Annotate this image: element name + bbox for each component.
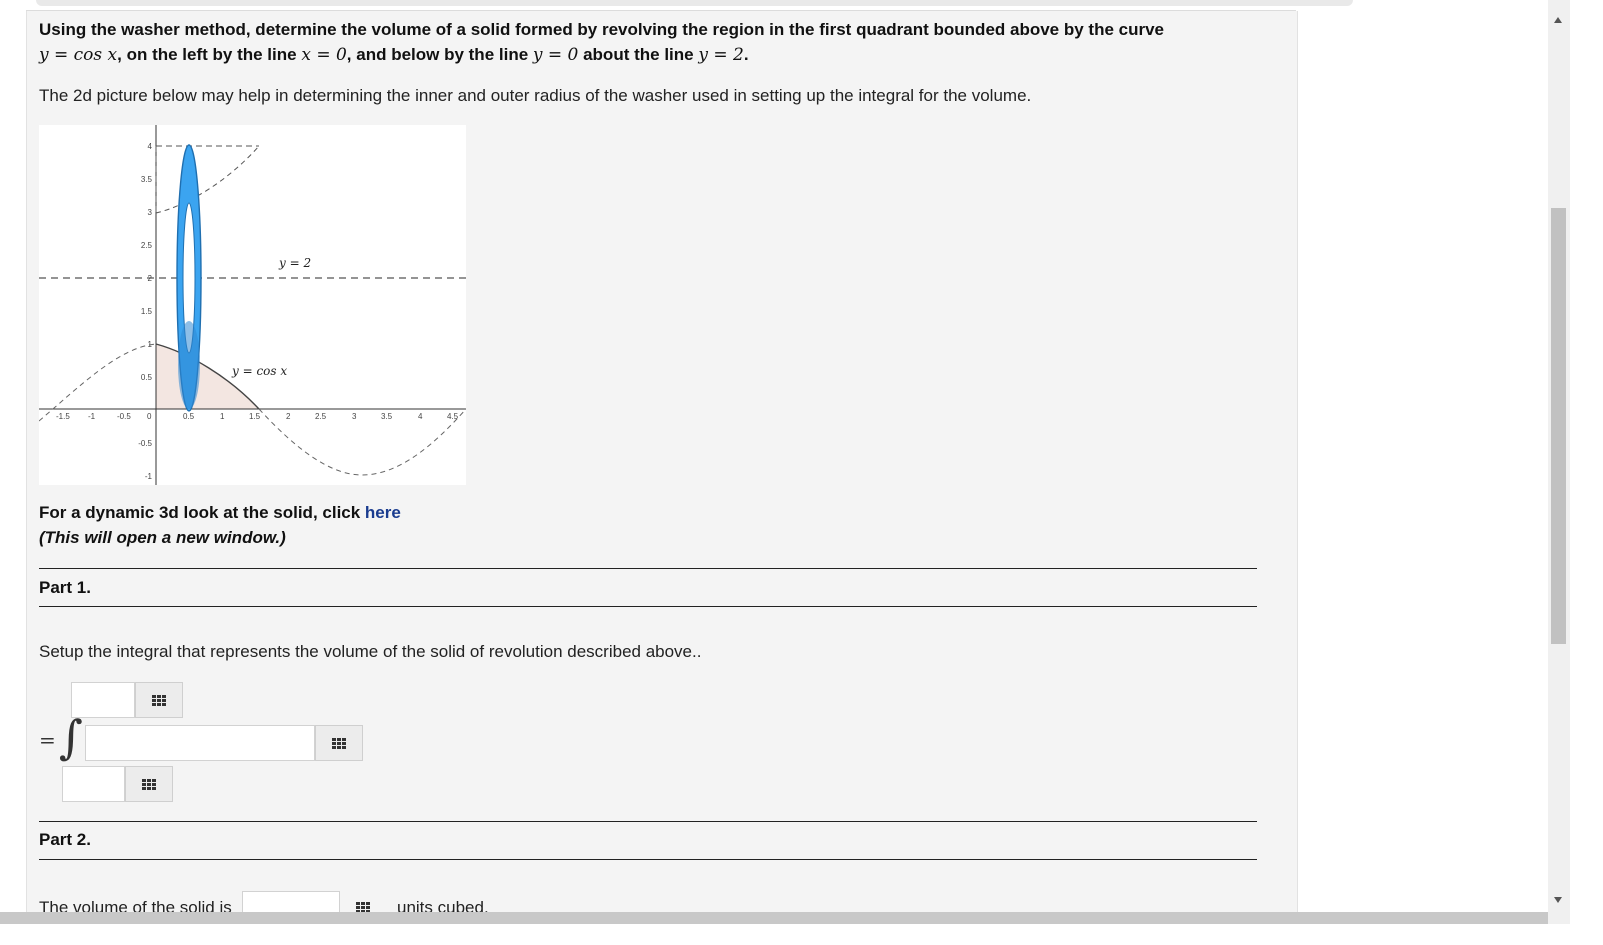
lower-limit-keyboard-button[interactable]: [125, 766, 173, 802]
keyboard-grid-icon: [356, 901, 370, 913]
question-line-2: y = cos x, on the left by the line x = 0…: [39, 42, 749, 68]
y-tick-3: 3: [148, 208, 153, 217]
math-x0: x = 0: [301, 45, 347, 65]
x-tick-2: 2: [286, 412, 291, 421]
new-window-note: (This will open a new window.): [39, 528, 286, 547]
x-tick-1: 1: [220, 412, 225, 421]
right-margin: [1570, 0, 1603, 945]
x-tick-neg0-5: -0.5: [117, 412, 131, 421]
part1-top-rule: [39, 568, 1257, 569]
y-tick-1: 1: [148, 340, 153, 349]
reflected-curve: [155, 145, 260, 214]
part1-prompt: Setup the integral that represents the v…: [39, 642, 702, 661]
x-tick-2-5: 2.5: [315, 412, 327, 421]
dynamic-line: For a dynamic 3d look at the solid, clic…: [39, 500, 401, 525]
here-link[interactable]: here: [365, 503, 401, 522]
lower-limit-input[interactable]: [62, 766, 125, 802]
question-text-c: about the line: [578, 45, 699, 64]
vertical-scrollbar[interactable]: [1548, 0, 1570, 924]
upper-limit-input[interactable]: [71, 682, 135, 718]
question-line-1: Using the washer method, determine the v…: [39, 20, 1165, 39]
y-tick-neg0-5: -0.5: [138, 439, 152, 448]
y-tick-2: 2: [148, 274, 153, 283]
bottom-margin: [0, 924, 1603, 945]
dynamic-text: For a dynamic 3d look at the solid, clic…: [39, 503, 365, 522]
integrand-input[interactable]: [85, 725, 315, 761]
scrollbar-thumb[interactable]: [1551, 208, 1566, 644]
y-tick-4: 4: [148, 142, 153, 151]
x-tick-3: 3: [352, 412, 357, 421]
keyboard-grid-icon: [332, 737, 346, 749]
y-tick-labels: 4 3.5 3 2.5 2 1.5 1 0.5 -0.5 -1: [138, 142, 152, 481]
scroll-down-arrow-icon[interactable]: [1554, 897, 1562, 903]
question-text-a: , on the left by the line: [117, 45, 302, 64]
math-cos: y = cos x: [39, 45, 118, 65]
x-tick-4-5: 4.5: [447, 412, 459, 421]
question-panel: Using the washer method, determine the v…: [26, 11, 1298, 935]
part2-bottom-rule: [39, 859, 1257, 860]
x-tick-1-5: 1.5: [249, 412, 261, 421]
keyboard-grid-icon: [152, 694, 166, 706]
part2-top-rule: [39, 821, 1257, 822]
y-tick-3-5: 3.5: [141, 175, 153, 184]
y-tick-1-5: 1.5: [141, 307, 153, 316]
integrand-keyboard-button[interactable]: [315, 725, 363, 761]
washer-figure: -1.5 -1 -0.5 0 0.5 1 1.5 2 2.5 3 3.5 4 4…: [39, 125, 466, 485]
hint-text: The 2d picture below may help in determi…: [39, 86, 1032, 105]
y-tick-2-5: 2.5: [141, 241, 153, 250]
x-tick-0-5: 0.5: [183, 412, 195, 421]
x-tick-neg1: -1: [88, 412, 96, 421]
upper-limit-keyboard-button[interactable]: [135, 682, 183, 718]
scroll-up-arrow-icon[interactable]: [1554, 17, 1562, 23]
x-tick-4: 4: [418, 412, 423, 421]
x-tick-labels: -1.5 -1 -0.5 0 0.5 1 1.5 2 2.5 3 3.5 4 4…: [56, 412, 459, 421]
part1-title: Part 1.: [39, 578, 91, 597]
part2-title: Part 2.: [39, 830, 91, 849]
x-tick-neg1-5: -1.5: [56, 412, 70, 421]
y-tick-neg1: -1: [145, 472, 153, 481]
equals-sign: =: [39, 728, 56, 752]
part1-bottom-rule: [39, 606, 1257, 607]
y-tick-0-5: 0.5: [141, 373, 153, 382]
question-text-d: .: [743, 45, 749, 64]
x-tick-0: 0: [147, 412, 152, 421]
top-tab-edge: [36, 0, 1353, 6]
keyboard-grid-icon: [142, 778, 156, 790]
question-text-b: , and below by the line: [346, 45, 533, 64]
label-y-equals-2: y = 2: [278, 256, 311, 270]
horizontal-scrollbar[interactable]: [0, 912, 1548, 924]
washer-figure-svg: -1.5 -1 -0.5 0 0.5 1 1.5 2 2.5 3 3.5 4 4…: [39, 125, 466, 485]
label-y-equals-cos: y = cos x: [231, 364, 287, 378]
math-y2: y = 2: [698, 45, 744, 65]
math-y0: y = 0: [532, 45, 579, 65]
x-tick-3-5: 3.5: [381, 412, 393, 421]
washer-shade: [178, 321, 200, 409]
